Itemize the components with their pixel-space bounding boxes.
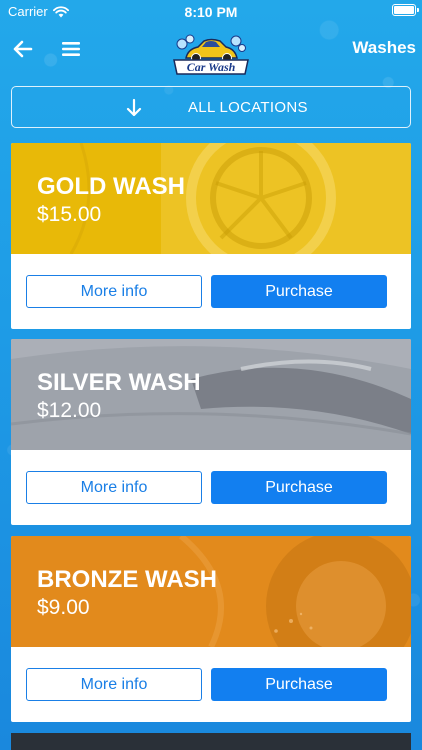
status-bar: Carrier 8:10 PM [0,0,422,22]
wash-name: GOLD WASH [37,173,185,200]
wash-card-gold: GOLD WASH $15.00 More info Purchase [11,143,411,329]
logo-text: Car Wash [187,60,236,74]
wash-price: $12.00 [37,399,102,422]
wash-card-bronze: BRONZE WASH $9.00 More info Purchase [11,536,411,722]
battery-icon [392,4,419,16]
car-wash-logo: Car Wash [173,34,249,75]
hamburger-menu-icon[interactable] [58,36,84,62]
wash-name: BRONZE WASH [37,566,217,593]
wash-hero-gold: GOLD WASH $15.00 [11,143,411,254]
purchase-button[interactable]: Purchase [211,471,387,504]
wash-hero-silver: SILVER WASH $12.00 [11,339,411,450]
wash-card-partial [11,733,411,750]
wash-price: $9.00 [37,596,90,619]
nav-bar: Car Wash Washes [0,24,422,75]
wash-hero-bronze: BRONZE WASH $9.00 [11,536,411,647]
more-info-button[interactable]: More info [26,668,202,701]
more-info-button[interactable]: More info [26,275,202,308]
wash-card-silver: SILVER WASH $12.00 More info Purchase [11,339,411,525]
page-title: Washes [352,38,416,57]
purchase-button[interactable]: Purchase [211,275,387,308]
wash-name: SILVER WASH [37,369,201,396]
arrow-down-icon [126,98,142,117]
purchase-button[interactable]: Purchase [211,668,387,701]
wash-price: $15.00 [37,203,102,226]
all-locations-button[interactable]: ALL LOCATIONS [11,86,411,128]
all-locations-label: ALL LOCATIONS [188,99,308,116]
status-time: 8:10 PM [184,4,238,20]
more-info-button[interactable]: More info [26,471,202,504]
arrow-left-icon[interactable] [10,36,36,62]
